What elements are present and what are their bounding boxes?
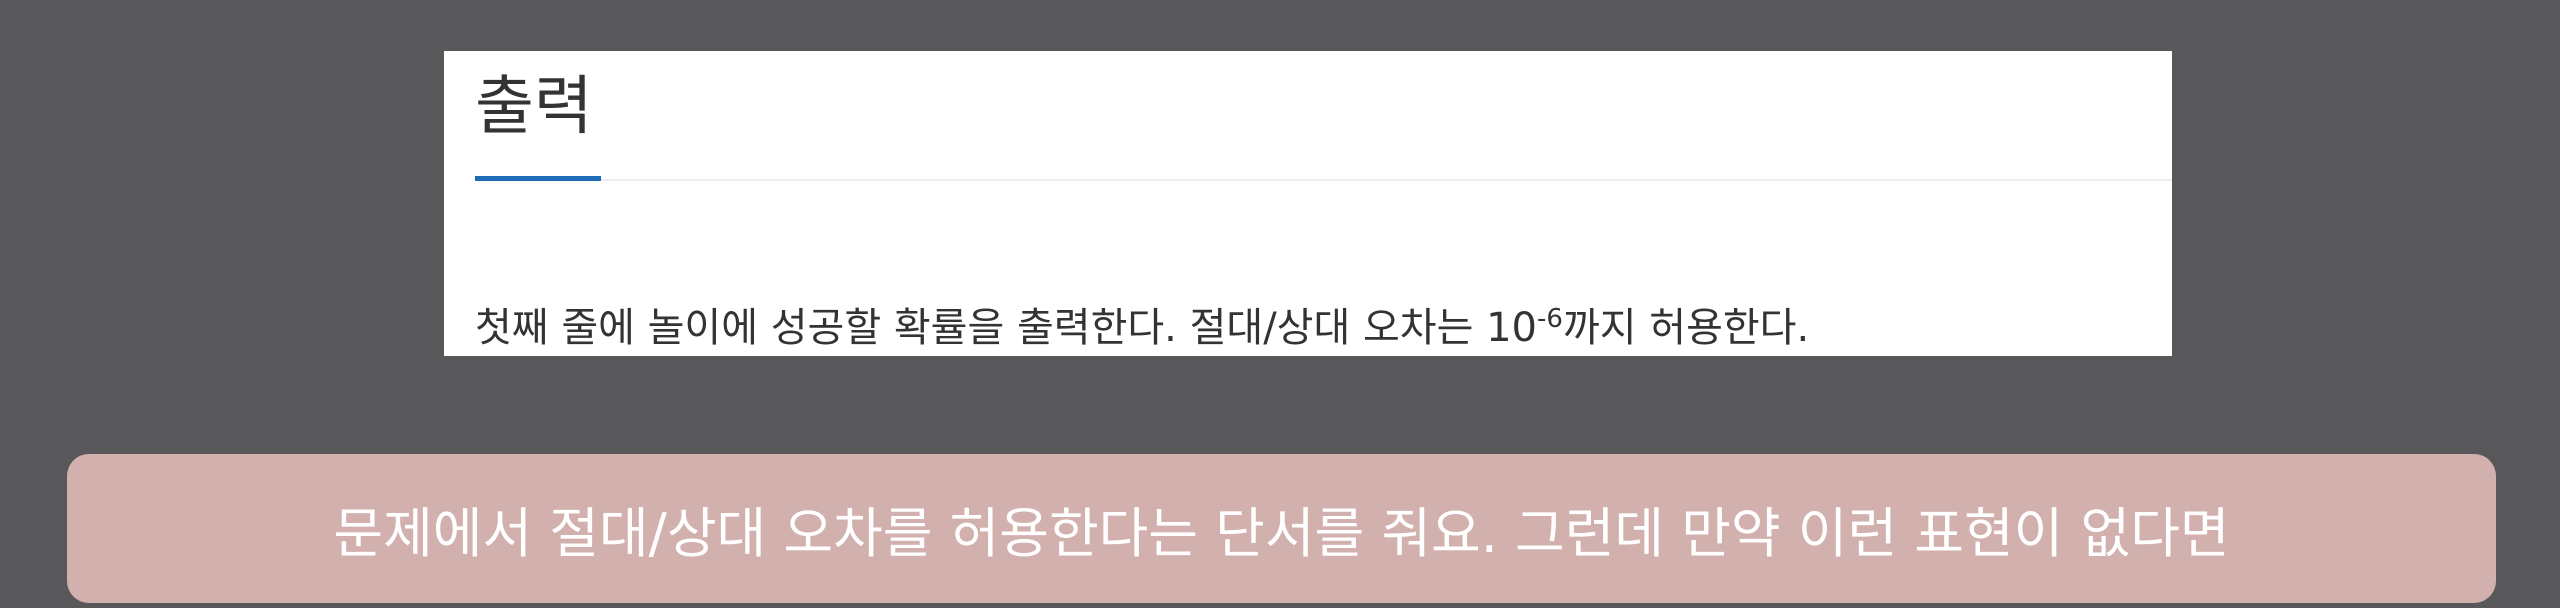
description-text-before: 첫째 줄에 놀이에 성공할 확률을 출력한다. 절대/상대 오차는 10: [475, 305, 1538, 351]
section-header: 출력: [444, 51, 2172, 182]
subtitle-caption: 문제에서 절대/상대 오차를 허용한다는 단서를 줘요. 그런데 만약 이런 표…: [67, 454, 2496, 603]
section-title-underline: [475, 176, 601, 181]
description-exponent: -6: [1537, 304, 1563, 334]
description-text-after: 까지 허용한다.: [1562, 305, 1810, 351]
output-description: 첫째 줄에 놀이에 성공할 확률을 출력한다. 절대/상대 오차는 10-6까지…: [475, 305, 1810, 351]
subtitle-text: 문제에서 절대/상대 오차를 허용한다는 단서를 줘요. 그런데 만약 이런 표…: [333, 502, 2230, 565]
section-divider: [475, 179, 2172, 181]
section-title: 출력: [475, 70, 593, 144]
output-section-card: 출력 첫째 줄에 놀이에 성공할 확률을 출력한다. 절대/상대 오차는 10-…: [444, 51, 2172, 356]
